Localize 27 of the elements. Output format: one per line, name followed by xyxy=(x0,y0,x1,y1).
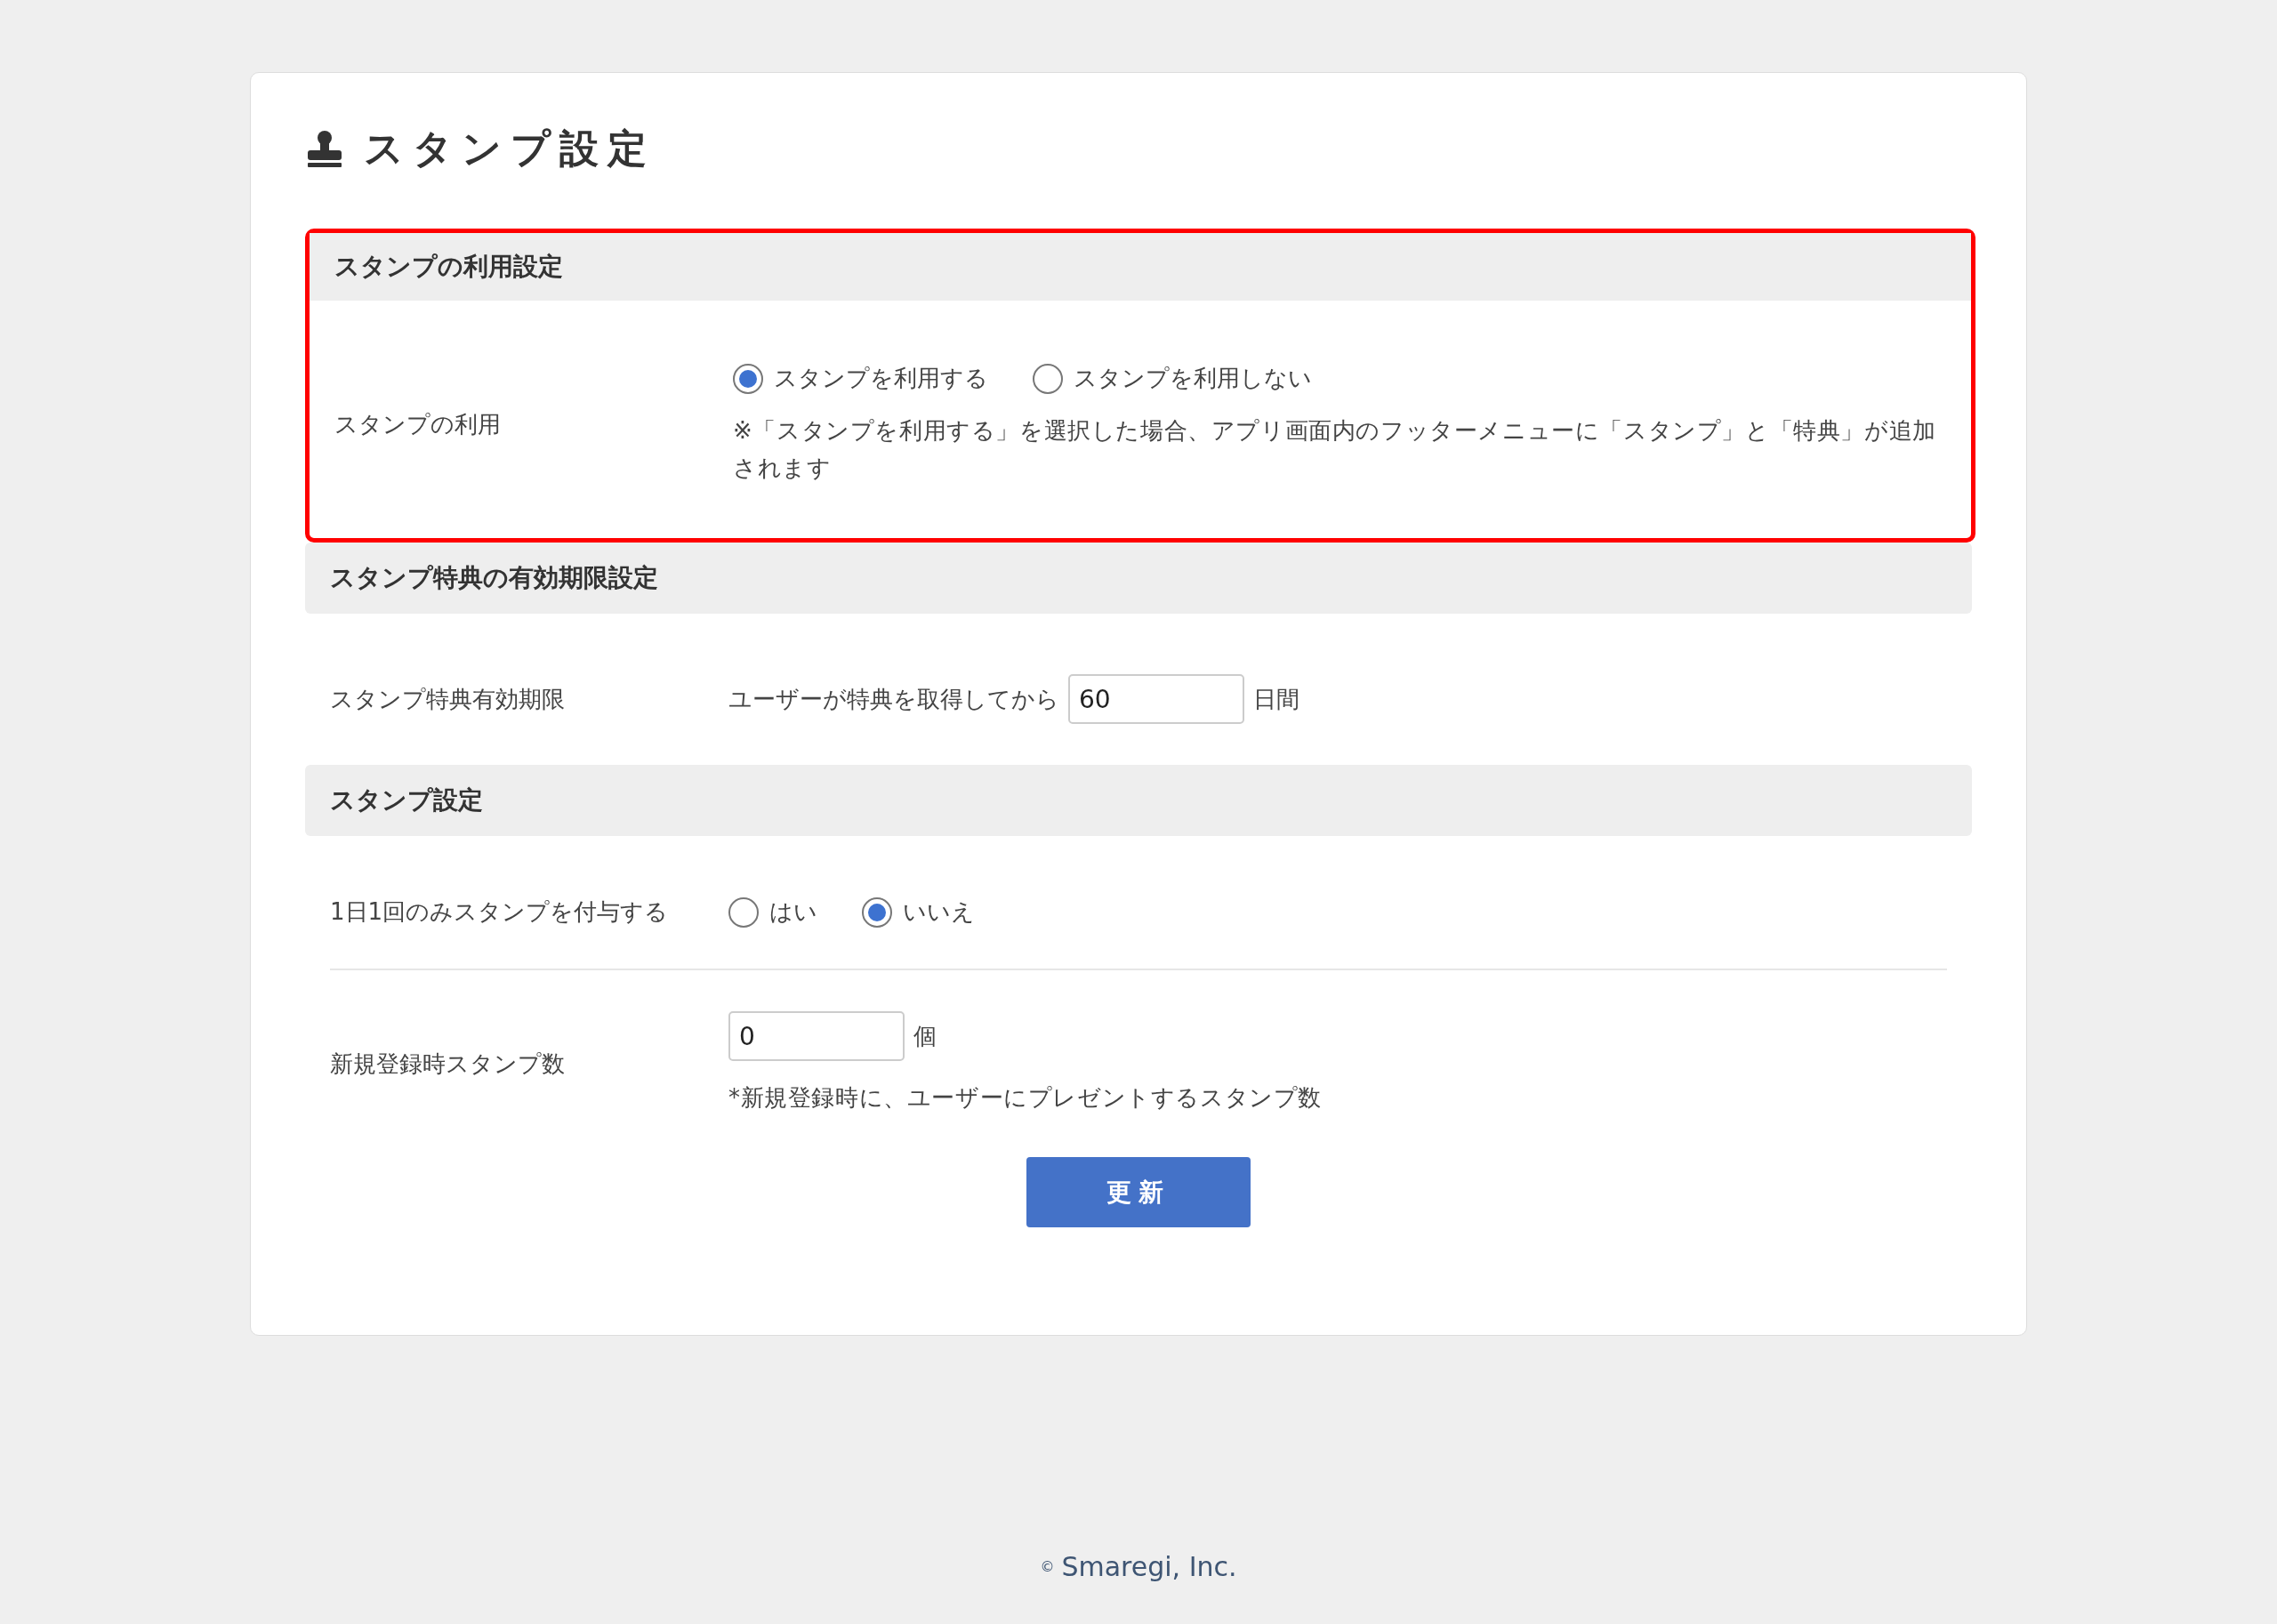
radio-option[interactable]: いいえ xyxy=(862,896,975,928)
radio-button[interactable] xyxy=(733,363,763,394)
radio-option[interactable]: スタンプを利用する xyxy=(733,363,988,394)
radio-option[interactable]: スタンプを利用しない xyxy=(1033,363,1312,394)
field-label: スタンプの利用 xyxy=(334,410,502,439)
input-field[interactable]: 0 xyxy=(728,1011,905,1061)
copyright-mark: © xyxy=(1040,1558,1055,1575)
radio-option[interactable]: はい xyxy=(728,896,817,928)
stamp-icon xyxy=(305,129,344,169)
input-field[interactable]: 60 xyxy=(1068,674,1244,724)
page-title: スタンプ設定 xyxy=(364,125,656,173)
field-label: スタンプ特典有効期限 xyxy=(330,684,566,714)
section-header: スタンプ設定 xyxy=(305,765,1972,836)
field-label: 1日1回のみスタンプを付与する xyxy=(330,897,670,927)
radio-button[interactable] xyxy=(862,896,892,928)
update-button[interactable]: 更新 xyxy=(1026,1157,1251,1227)
field-label: 新規登録時スタンプ数 xyxy=(330,1049,566,1079)
unit-label: 個 xyxy=(913,1021,937,1051)
radio-button[interactable] xyxy=(728,896,759,928)
footer-text: Smaregi, Inc. xyxy=(1061,1551,1237,1582)
radio-button[interactable] xyxy=(1033,363,1063,394)
help-text: ※「スタンプを利用する」を選択した場合、アプリ画面内のフッターメニューに「スタンプ」と「特典」が追加されます xyxy=(733,416,1937,483)
field-prefix: ユーザーが特典を取得してから xyxy=(728,684,1059,714)
help-text: *新規登録時に、ユーザーにプレゼントするスタンプ数 xyxy=(728,1083,1323,1113)
section-header: スタンプ特典の有効期限設定 xyxy=(305,543,1972,614)
section-header: スタンプの利用設定 xyxy=(310,233,1971,301)
unit-label: 日間 xyxy=(1253,684,1299,714)
